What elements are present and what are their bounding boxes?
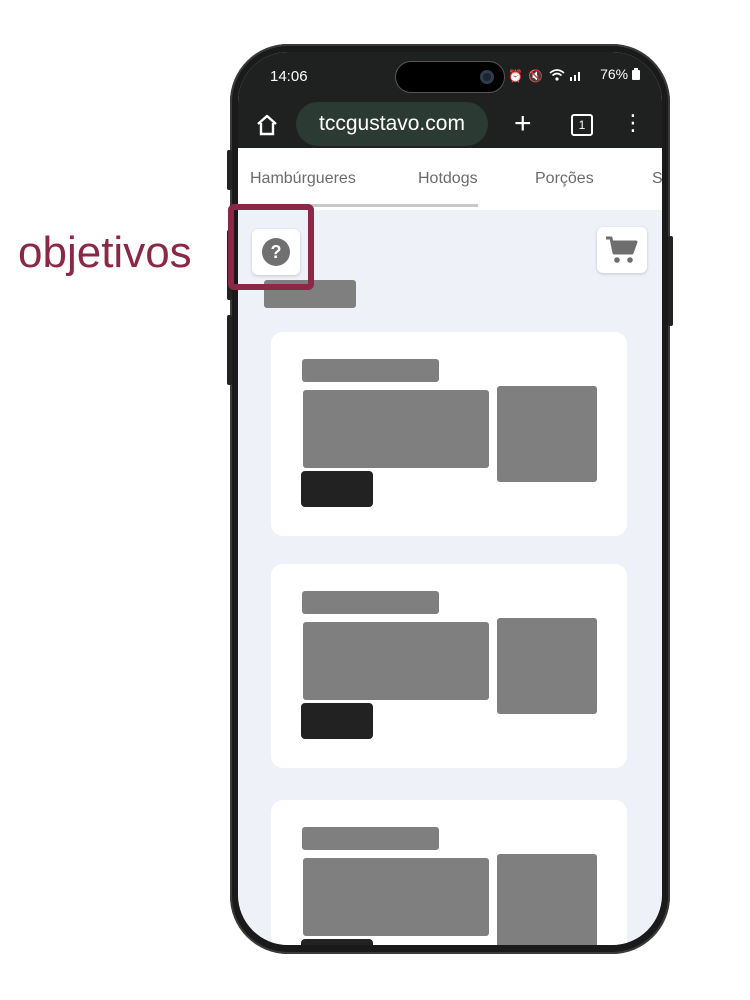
tab-more[interactable]: S [652,170,662,188]
tab-hotdogs[interactable]: Hotdogs [418,170,478,188]
home-icon[interactable] [254,112,280,138]
battery-level: 76% [600,66,640,82]
wifi-icon [549,69,565,81]
cart-icon [606,236,638,263]
alarm-icon: ⏰ [508,69,524,83]
signal-icon [569,72,580,81]
product-card[interactable] [271,564,627,768]
menu-more-icon[interactable]: ⋮ [622,108,644,138]
phone-side-button [227,315,232,385]
add-button-placeholder[interactable] [301,471,373,507]
product-card[interactable] [271,800,627,945]
phone-side-button [227,150,232,190]
dynamic-island [395,61,505,93]
phone-screen: 14:06 ⏰ 🔇 76% tccgustavo.com + 1 ⋮ Hambú… [238,52,662,945]
front-camera-icon [480,70,494,84]
product-description-placeholder [303,858,489,936]
status-icons: ⏰ 🔇 [508,69,583,83]
tab-hamburgueres[interactable]: Hambúrgueres [250,170,356,188]
tab-porcoes[interactable]: Porções [535,170,594,188]
product-image-placeholder [497,386,597,482]
tab-switcher-icon[interactable]: 1 [571,114,593,136]
battery-icon [632,68,640,80]
product-image-placeholder [497,618,597,714]
product-description-placeholder [303,622,489,700]
product-title-placeholder [302,827,439,850]
add-button-placeholder[interactable] [301,939,373,945]
product-card[interactable] [271,332,627,536]
phone-side-button [668,236,673,326]
address-bar[interactable]: tccgustavo.com [296,102,488,146]
product-description-placeholder [303,390,489,468]
status-bar: 14:06 ⏰ 🔇 76% [238,52,662,102]
product-title-placeholder [302,591,439,614]
annotation-highlight-box [228,204,314,290]
category-nav: Hambúrgueres Hotdogs Porções S [238,148,662,210]
cart-button[interactable] [597,227,647,273]
mute-icon: 🔇 [528,69,545,83]
product-title-placeholder [302,359,439,382]
status-time: 14:06 [270,68,308,85]
browser-toolbar: tccgustavo.com + 1 ⋮ [238,102,662,148]
add-button-placeholder[interactable] [301,703,373,739]
new-tab-plus-icon[interactable]: + [514,107,532,141]
annotation-label-objetivos: objetivos [18,228,192,277]
product-image-placeholder [497,854,597,945]
battery-percent: 76% [600,66,629,82]
